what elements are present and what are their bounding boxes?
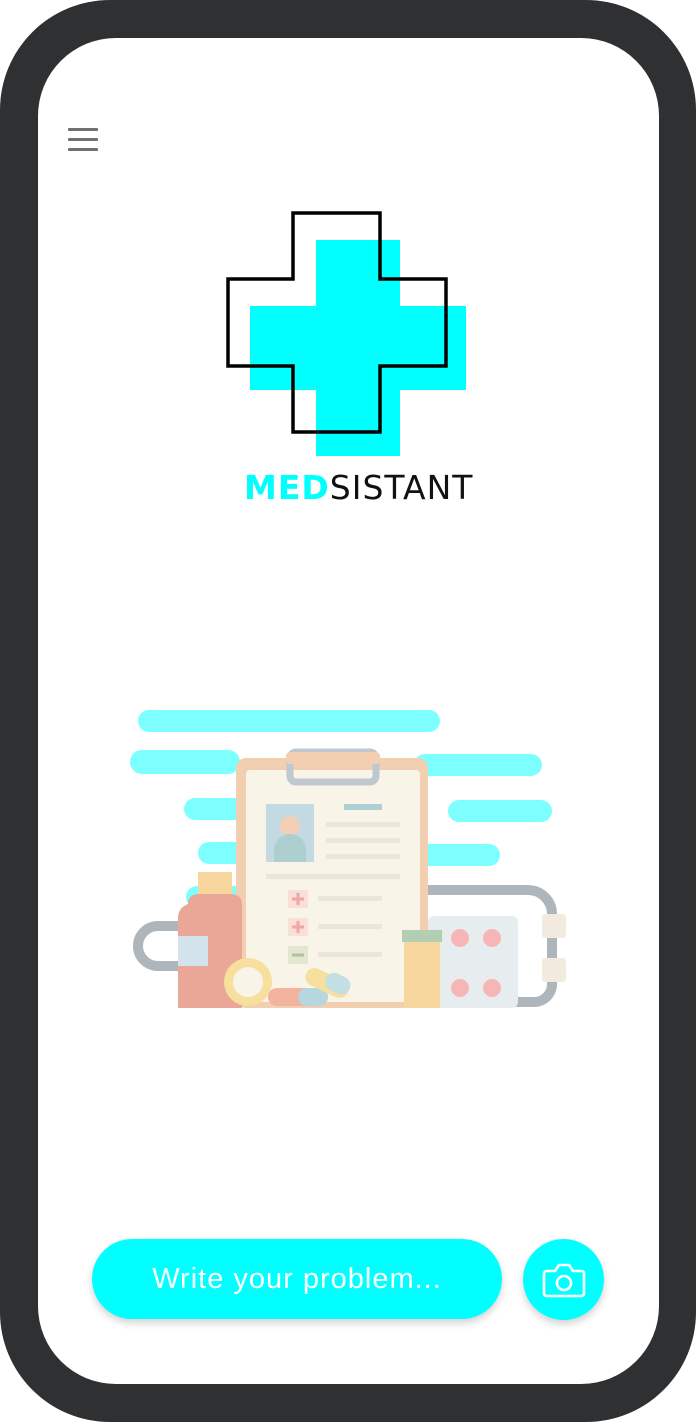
problem-input-placeholder: Write your problem... — [152, 1262, 442, 1295]
hamburger-menu-icon[interactable] — [68, 128, 98, 152]
brand-name: MEDSISTANT — [244, 466, 474, 510]
camera-icon — [542, 1263, 585, 1297]
camera-button[interactable] — [523, 1239, 604, 1320]
brand-name-part1: MED — [244, 468, 330, 507]
brand-name-part2: SISTANT — [329, 468, 474, 507]
problem-input[interactable]: Write your problem... — [92, 1239, 502, 1319]
medical-clipboard-illustration — [130, 710, 566, 1008]
medical-cross-icon — [226, 211, 466, 456]
